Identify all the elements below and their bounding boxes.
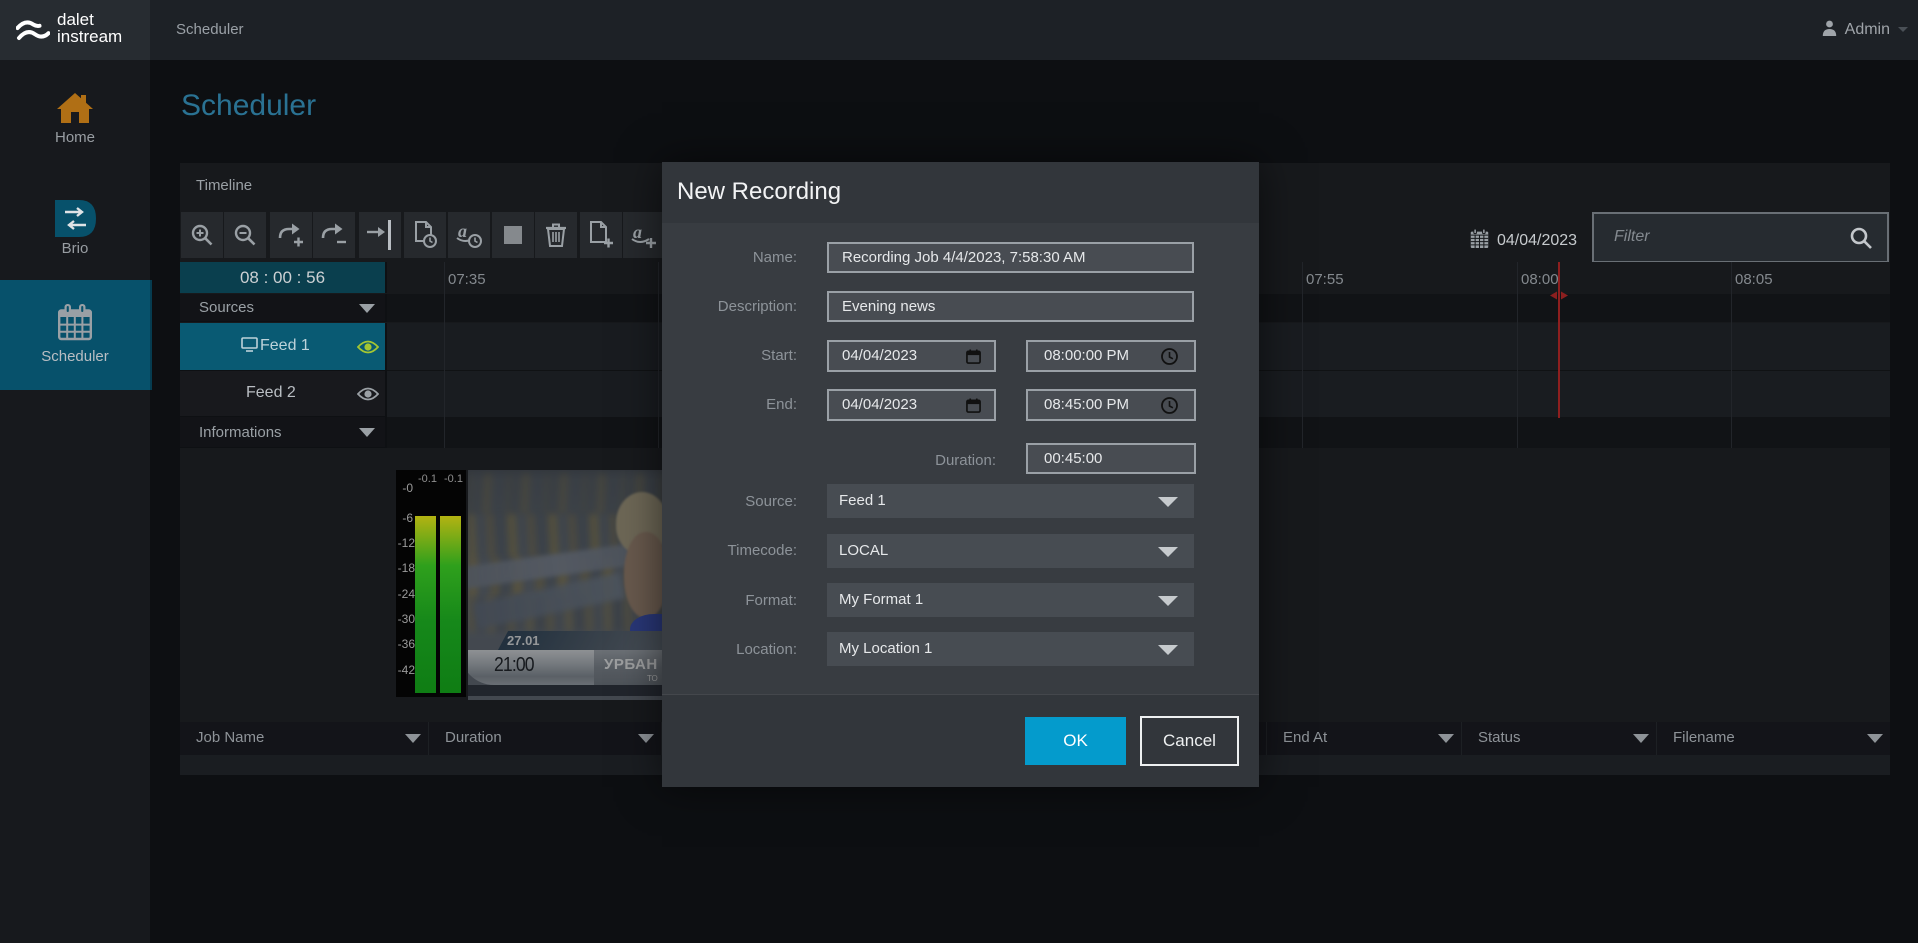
svg-text:a: a [633,222,642,242]
svg-text:a: a [458,221,467,241]
